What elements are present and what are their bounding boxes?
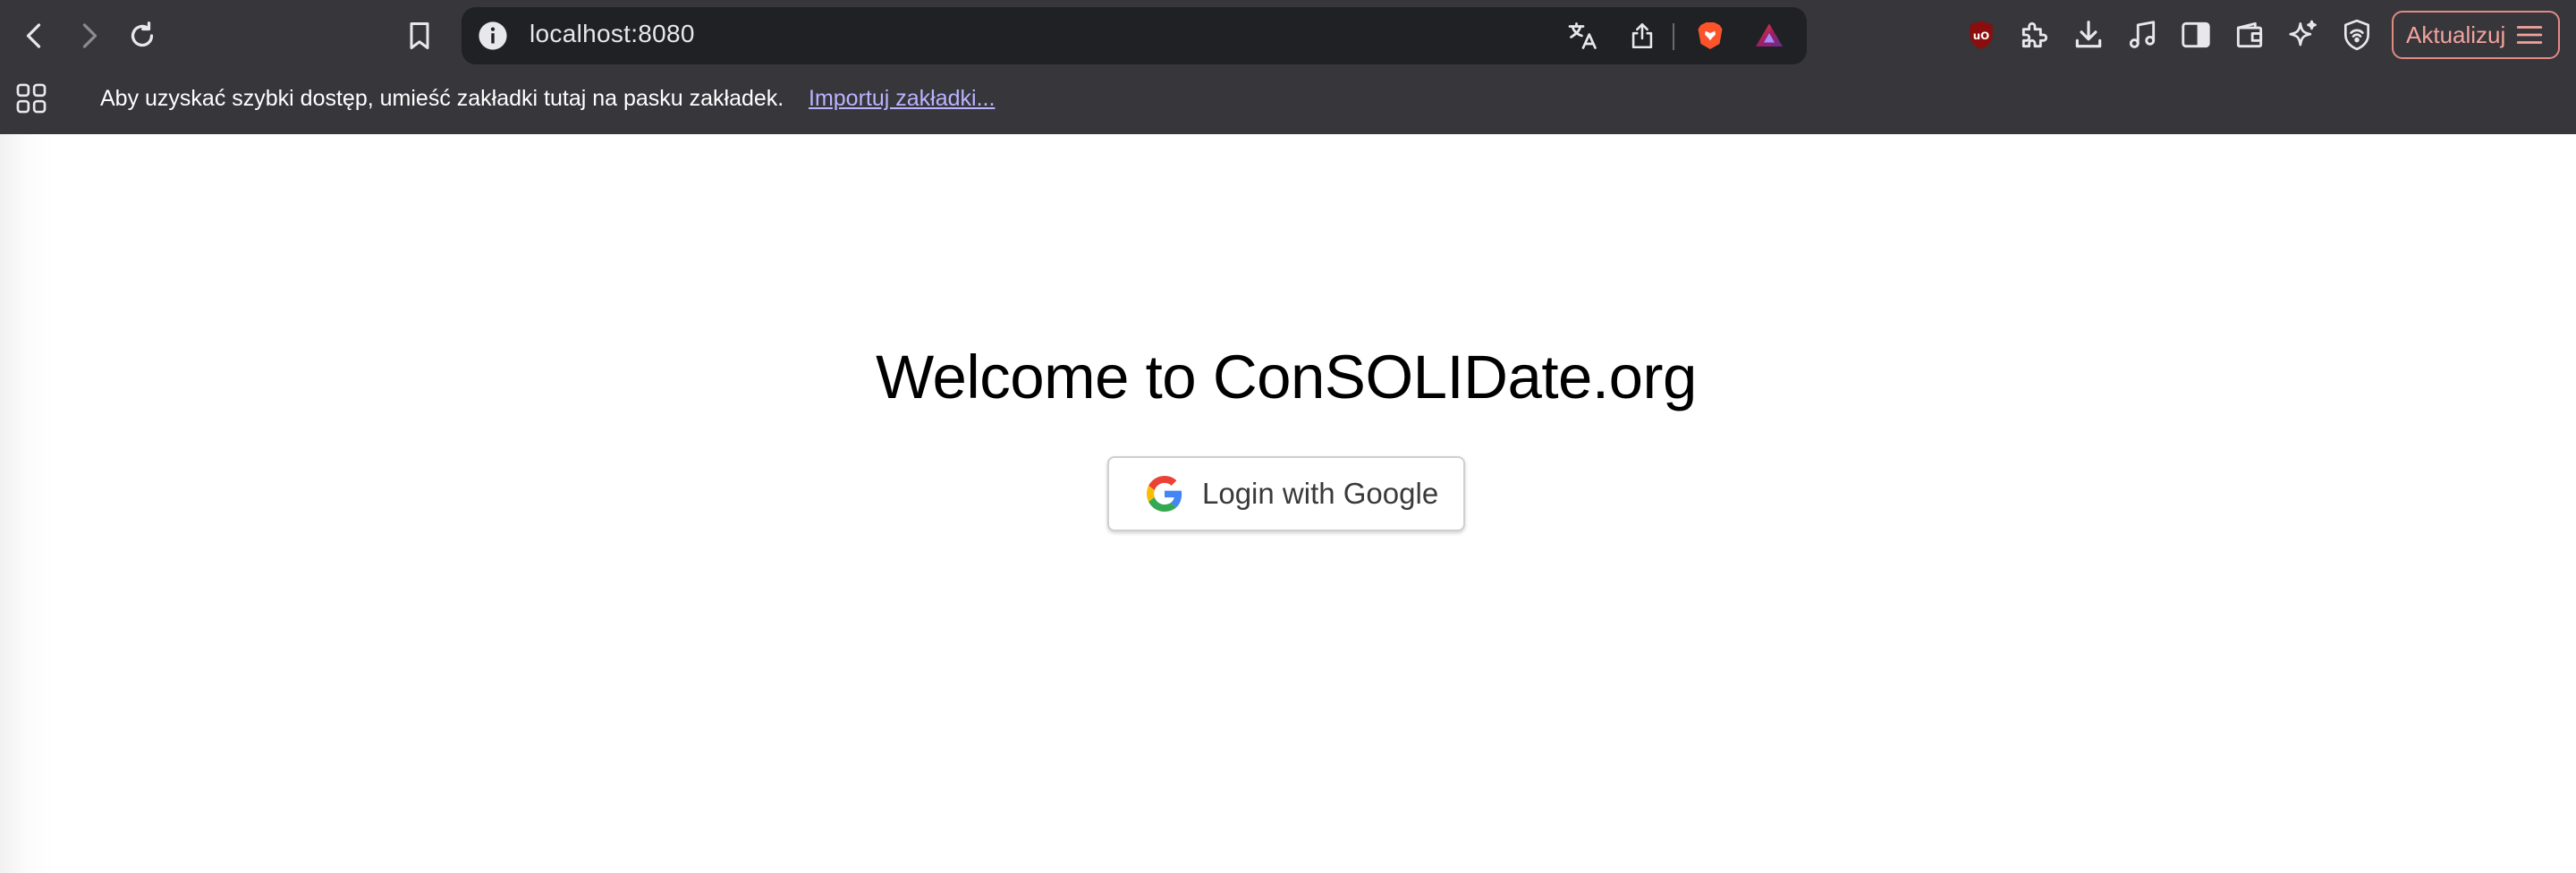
share-button[interactable] (1626, 20, 1658, 52)
google-g-icon (1147, 476, 1182, 512)
browser-toolbar: localhost:8080 uO Aktualizuj (0, 0, 2576, 70)
back-button[interactable] (14, 15, 55, 56)
leo-button[interactable] (2284, 16, 2322, 54)
brave-shield-icon (1698, 22, 1723, 49)
address-text[interactable]: localhost:8080 (530, 20, 695, 48)
forward-button[interactable] (68, 15, 109, 56)
sidebar-button[interactable] (2177, 16, 2215, 54)
bookmark-icon (410, 22, 429, 49)
vpn-button[interactable] (2338, 16, 2376, 54)
bookmark-button[interactable] (399, 15, 440, 56)
downloads-button[interactable] (2070, 16, 2107, 54)
download-icon (2075, 21, 2102, 48)
ublock-button[interactable]: uO (1962, 16, 2000, 54)
import-bookmarks-link[interactable]: Importuj zakładki... (809, 86, 995, 112)
address-bar[interactable]: localhost:8080 (462, 7, 1807, 64)
reload-icon (131, 21, 154, 47)
update-button[interactable]: Aktualizuj (2392, 11, 2560, 59)
media-button[interactable] (2123, 16, 2161, 54)
address-separator (1673, 23, 1674, 50)
extensions-button[interactable] (2016, 16, 2054, 54)
page-title: Welcome to ConSOLIDate.org (876, 343, 1697, 411)
hamburger-icon (2517, 26, 2543, 44)
browser-chrome: localhost:8080 uO Aktualizuj Aby uzyskać… (0, 0, 2576, 134)
sidebar-icon (2182, 21, 2210, 48)
brave-rewards-icon (1756, 23, 1783, 47)
login-button-label: Login with Google (1202, 477, 1439, 510)
wallet-button[interactable] (2231, 16, 2268, 54)
translate-icon (1568, 22, 1597, 49)
apps-grid-icon[interactable] (14, 81, 48, 115)
arrow-right-icon (82, 23, 97, 48)
brave-rewards-button[interactable] (1753, 20, 1785, 52)
update-label: Aktualizuj (2406, 21, 2506, 48)
share-icon (1631, 22, 1653, 49)
sparkle-icon (2289, 20, 2317, 47)
vpn-icon (2343, 19, 2370, 51)
brave-shields-button[interactable] (1694, 20, 1726, 52)
svg-text:uO: uO (1973, 30, 1990, 42)
ublock-icon: uO (1970, 21, 1993, 49)
translate-button[interactable] (1567, 20, 1599, 52)
bookmarks-hint: Aby uzyskać szybki dostęp, umieść zakład… (100, 86, 784, 111)
puzzle-icon (2021, 21, 2048, 48)
page-content: Welcome to ConSOLIDate.org Login with Go… (0, 134, 2576, 873)
music-note-icon (2129, 21, 2156, 48)
arrow-left-icon (26, 23, 41, 48)
login-with-google-button[interactable]: Login with Google (1107, 456, 1465, 531)
wallet-icon (2236, 21, 2263, 48)
reload-button[interactable] (122, 15, 163, 56)
info-icon[interactable] (478, 21, 508, 51)
